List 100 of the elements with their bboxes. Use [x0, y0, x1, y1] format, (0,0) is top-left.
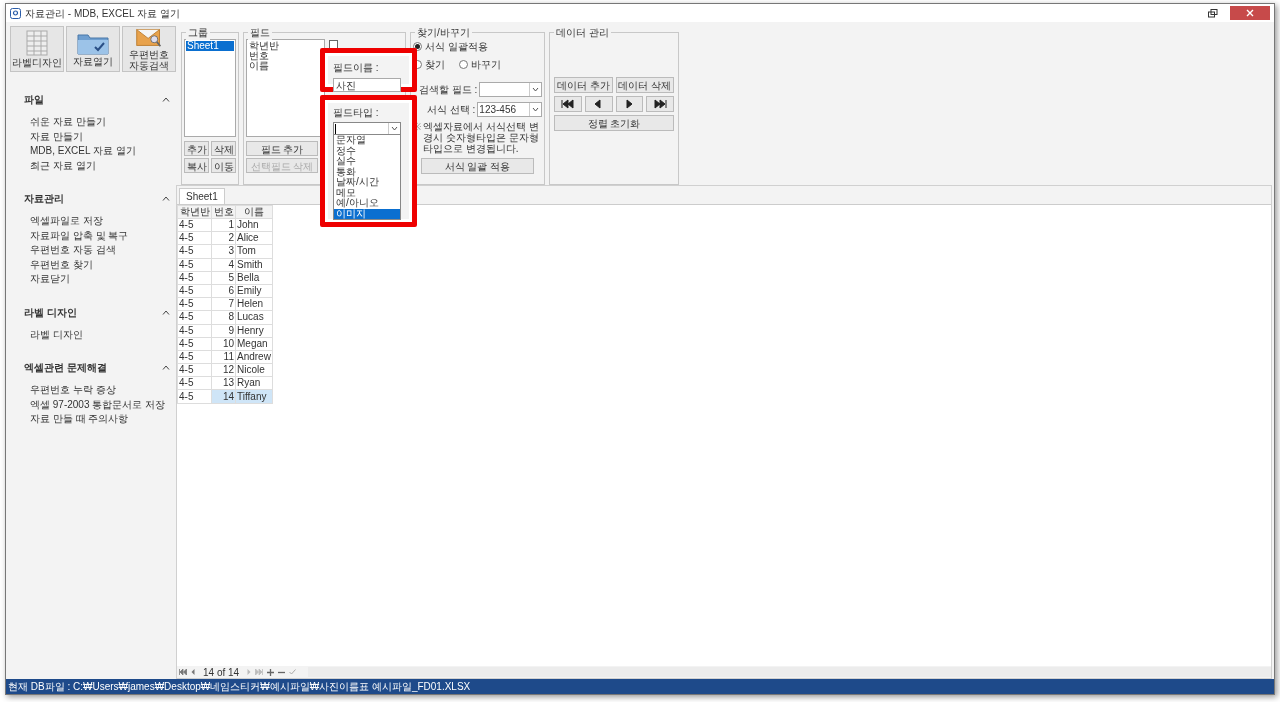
table-cell: 3	[211, 244, 236, 259]
sidebar-item[interactable]: 우편번호 찾기	[30, 257, 93, 272]
field-list[interactable]: 학년반 번호 이름	[246, 39, 325, 137]
first-record-button[interactable]	[554, 96, 582, 112]
group-item[interactable]: Sheet1	[186, 41, 234, 51]
close-button[interactable]	[1230, 6, 1270, 20]
field-type-option[interactable]: 메모	[334, 187, 400, 198]
table-cell: 4-5	[177, 297, 212, 311]
reset-sort-button[interactable]: 정렬 초기화	[554, 115, 674, 131]
table-cell: 4-5	[177, 310, 212, 324]
previous-record-icon[interactable]	[191, 669, 195, 675]
table-cell: John	[235, 218, 273, 232]
sidebar-item[interactable]: 우편번호 자동 검색	[30, 243, 116, 258]
group-button[interactable]: 삭제	[211, 141, 236, 156]
table-cell: 10	[211, 337, 236, 351]
data-button[interactable]: 데이터 삭제	[615, 77, 674, 93]
first-record-icon	[561, 99, 575, 109]
next-button[interactable]	[615, 96, 644, 112]
search-field-dropdown[interactable]	[479, 82, 542, 97]
table-cell: 4-5	[177, 389, 212, 404]
field-type-option[interactable]: 예/아니오	[334, 198, 400, 209]
section-title[interactable]: 엑셀관련 문제해결	[24, 360, 107, 375]
table-cell: 4-5	[177, 244, 212, 259]
section-title[interactable]: 라벨 디자인	[24, 304, 77, 320]
toolbar-button[interactable]: 자료열기	[66, 26, 120, 72]
toolbar-button[interactable]: 라벨디자인	[10, 26, 64, 72]
table-cell: Lucas	[235, 310, 273, 324]
group-list[interactable]: Sheet1	[184, 39, 236, 137]
group-button[interactable]: 복사	[184, 158, 209, 173]
table-cell: 12	[211, 363, 236, 377]
sidebar-item[interactable]: 최근 자료 열기	[30, 158, 96, 173]
field-type-option[interactable]: 실수	[334, 156, 400, 167]
table-cell: 4-5	[177, 271, 212, 285]
sidebar-item[interactable]: 자료 만들기	[30, 129, 83, 144]
sidebar-item[interactable]: 라벨 디자인	[30, 327, 83, 342]
find-replace-title: 찾기/바꾸기	[415, 25, 472, 40]
table-cell: 4-5	[177, 376, 212, 390]
sidebar-item[interactable]: 엑셀 97-2003 통합문서로 저장	[30, 397, 166, 412]
window-title: 자료관리 - MDB, EXCEL 자료 열기	[25, 6, 180, 21]
section-title[interactable]: 파일	[24, 92, 44, 107]
table-cell: 6	[211, 284, 236, 298]
table-cell: Alice	[235, 231, 273, 245]
format-label: 서식 선택 :	[426, 103, 476, 117]
sidebar-item[interactable]: 엑셀파일로 저장	[30, 214, 103, 229]
field-type-option[interactable]: 정수	[334, 145, 400, 156]
sidebar-item[interactable]: 자료닫기	[30, 272, 70, 287]
table-cell: 7	[211, 297, 236, 311]
sidebar-item[interactable]: 우편번호 누락 증상	[30, 383, 116, 398]
field-type-option[interactable]: 이미지	[334, 208, 400, 219]
field-type-dropdown[interactable]	[333, 122, 401, 135]
previous-button[interactable]	[584, 96, 613, 112]
close-icon	[1246, 9, 1254, 17]
chevron-icon[interactable]	[162, 97, 170, 102]
check-icon[interactable]	[289, 669, 297, 675]
field-type-option[interactable]: 날짜/시간	[334, 177, 400, 188]
table-cell: Bella	[235, 271, 273, 285]
horizontal-scrollbar[interactable]	[308, 667, 1271, 677]
toolbar-button[interactable]: 우편번호 자동검색	[122, 26, 176, 72]
group-button[interactable]: 이동	[211, 158, 236, 173]
last-button[interactable]	[646, 96, 674, 112]
table-cell: 5	[211, 271, 236, 285]
table-cell: 4-5	[177, 284, 212, 298]
column-header[interactable]: 학년반	[177, 205, 212, 219]
field-item[interactable]: 학년반	[248, 41, 323, 51]
format-dropdown[interactable]: 123-456	[477, 102, 542, 117]
field-button[interactable]: 필드 추가	[246, 141, 318, 156]
add-icon[interactable]	[267, 668, 275, 676]
chevron-icon[interactable]	[162, 309, 170, 315]
mode-radio[interactable]: 바꾸기	[459, 57, 501, 72]
restore-icon[interactable]	[1208, 8, 1218, 18]
table-cell: 11	[211, 350, 236, 364]
table-cell: 4-5	[177, 324, 212, 338]
table-cell: 4-5	[177, 363, 212, 377]
field-item[interactable]: 번호	[248, 51, 323, 61]
group-button[interactable]: 추가	[184, 141, 209, 156]
field-item[interactable]: 이름	[248, 61, 323, 71]
sidebar-item[interactable]: 자료 만들 때 주의사항	[30, 412, 129, 427]
column-header[interactable]: 이름	[235, 205, 273, 219]
first-record-icon[interactable]	[179, 669, 187, 675]
table-cell: Nicole	[235, 363, 273, 377]
data-panel-title: 데이터 관리	[554, 25, 611, 40]
chevron-icon[interactable]	[162, 196, 170, 201]
field-type-option[interactable]: 통화	[334, 166, 400, 177]
field-type-option[interactable]: 문자열	[334, 135, 400, 146]
sheet-tab[interactable]: Sheet1	[179, 188, 225, 204]
format-note: 엑셀자료에서 서식선택 변경시 숫자형타입은 문자형타입으로 변경됩니다.	[423, 121, 540, 154]
column-header[interactable]: 번호	[211, 205, 236, 219]
chevron-icon[interactable]	[162, 365, 170, 370]
table-cell: 13	[211, 376, 236, 390]
field-type-label: 필드타입 :	[333, 106, 380, 120]
apply-format-button[interactable]: 서식 일괄 적용	[421, 158, 534, 174]
sidebar-item[interactable]: 쉬운 자료 만들기	[30, 115, 106, 130]
table-cell: 1	[211, 218, 236, 232]
sidebar-item[interactable]: 자료파일 압축 및 복구	[30, 228, 129, 243]
table-cell: 4-5	[177, 231, 212, 245]
data-button[interactable]: 데이터 추가	[554, 77, 613, 93]
section-title[interactable]: 자료관리	[24, 191, 64, 206]
folder-icon	[77, 31, 109, 55]
sidebar-item[interactable]: MDB, EXCEL 자료 열기	[30, 144, 136, 159]
field-name-input[interactable]: 사진	[333, 78, 401, 92]
